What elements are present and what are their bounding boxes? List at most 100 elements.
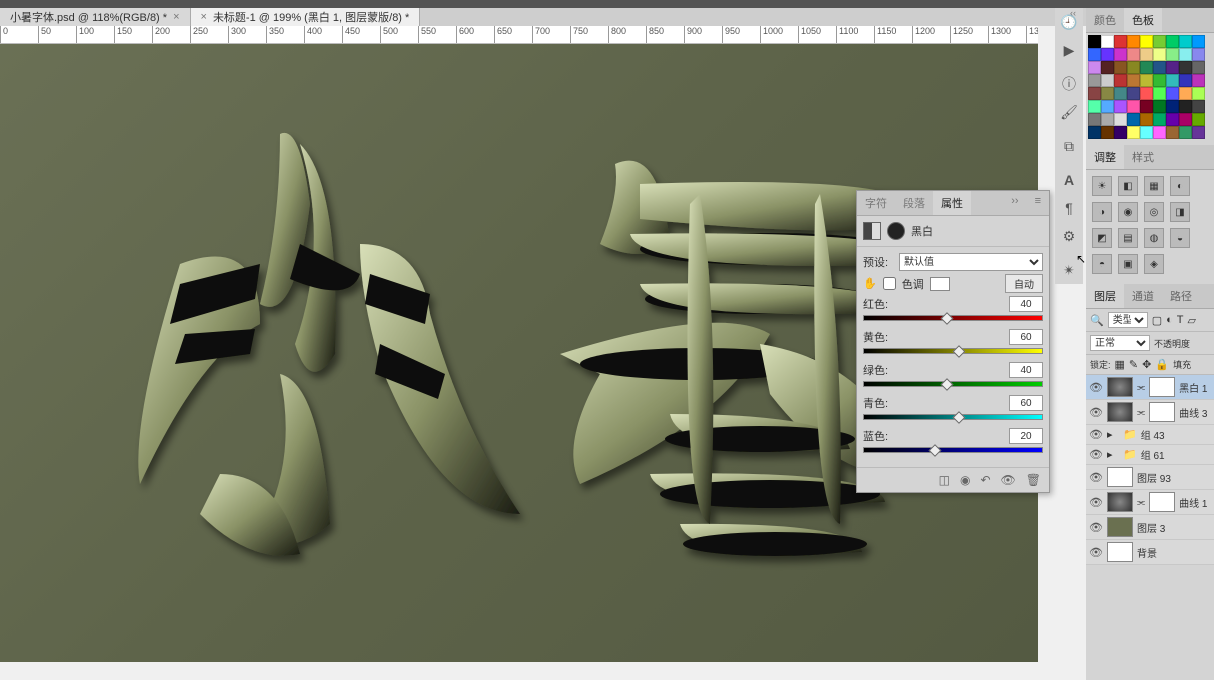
link-mask-icon[interactable]: ⫘ <box>1137 407 1145 418</box>
swatch[interactable] <box>1179 113 1192 126</box>
tab-character[interactable]: 字符 <box>857 191 895 215</box>
swatch[interactable] <box>1140 35 1153 48</box>
layer-row[interactable]: 👁⫘曲线 3 <box>1086 400 1214 425</box>
layer-row[interactable]: 👁▸📁组 43 <box>1086 425 1214 445</box>
adjustment-preset[interactable]: ◒ <box>1170 228 1190 248</box>
preset-select[interactable]: 默认值 <box>899 253 1043 271</box>
swatch[interactable] <box>1192 100 1205 113</box>
history-icon[interactable]: 🕘 <box>1055 8 1083 36</box>
swatch[interactable] <box>1192 74 1205 87</box>
swatch[interactable] <box>1179 100 1192 113</box>
swatch[interactable] <box>1127 87 1140 100</box>
swatch[interactable] <box>1153 48 1166 61</box>
filter-type-icon[interactable]: T <box>1177 314 1184 326</box>
layer-row[interactable]: 👁▸📁组 61 <box>1086 445 1214 465</box>
swatch[interactable] <box>1140 74 1153 87</box>
tab-color[interactable]: 颜色 <box>1086 8 1124 32</box>
view-previous-icon[interactable]: ◉ <box>960 473 970 487</box>
swatch[interactable] <box>1140 113 1153 126</box>
swatch[interactable] <box>1192 61 1205 74</box>
adjustment-preset[interactable]: ▣ <box>1118 254 1138 274</box>
layer-row[interactable]: 👁⫘黑白 1 <box>1086 375 1214 400</box>
tab-channels[interactable]: 通道 <box>1124 284 1162 308</box>
swatch[interactable] <box>1153 126 1166 139</box>
paragraph-icon[interactable]: ¶ <box>1055 194 1083 222</box>
visibility-toggle-icon[interactable]: 👁 <box>1089 496 1103 509</box>
adjustment-preset[interactable]: ◧ <box>1118 176 1138 196</box>
tint-color-chip[interactable] <box>930 277 950 291</box>
swatch[interactable] <box>1140 61 1153 74</box>
swatch[interactable] <box>1101 87 1114 100</box>
actions-icon[interactable]: ▶ <box>1055 36 1083 64</box>
slider-value-input[interactable] <box>1009 329 1043 345</box>
panel-menu-icon[interactable]: ≡ <box>1027 191 1049 215</box>
swatch[interactable] <box>1114 100 1127 113</box>
visibility-toggle-icon[interactable]: 👁 <box>1089 406 1103 419</box>
lock-move-icon[interactable]: ✥ <box>1142 358 1151 371</box>
filter-adjust-icon[interactable]: ◐ <box>1166 314 1173 326</box>
swatch[interactable] <box>1166 113 1179 126</box>
visibility-toggle-icon[interactable]: 👁 <box>1089 448 1103 461</box>
layer-row[interactable]: 👁背景 <box>1086 540 1214 565</box>
swatch[interactable] <box>1127 61 1140 74</box>
swatch[interactable] <box>1192 35 1205 48</box>
adjustment-preset[interactable]: ▤ <box>1118 228 1138 248</box>
adjustment-preset[interactable]: ☀ <box>1092 176 1112 196</box>
visibility-toggle-icon[interactable]: 👁 <box>1089 471 1103 484</box>
adjustment-preset[interactable]: ◐ <box>1170 176 1190 196</box>
swatch[interactable] <box>1101 48 1114 61</box>
swatch[interactable] <box>1101 100 1114 113</box>
layer-row[interactable]: 👁图层 3 <box>1086 515 1214 540</box>
swatch[interactable] <box>1166 61 1179 74</box>
adjustment-preset[interactable]: ◈ <box>1144 254 1164 274</box>
search-icon[interactable]: 🔍 <box>1090 314 1104 327</box>
adjustment-preset[interactable]: ◓ <box>1092 254 1112 274</box>
reset-icon[interactable]: ↶ <box>980 473 990 487</box>
lock-pixels-icon[interactable]: ▦ <box>1115 358 1125 371</box>
brush-icon[interactable]: 🖌 <box>1055 98 1083 126</box>
swatch[interactable] <box>1101 61 1114 74</box>
swatch[interactable] <box>1114 48 1127 61</box>
swatch[interactable] <box>1153 74 1166 87</box>
swatch[interactable] <box>1114 35 1127 48</box>
slider-value-input[interactable] <box>1009 428 1043 444</box>
close-icon[interactable]: × <box>173 11 179 23</box>
swatch[interactable] <box>1166 100 1179 113</box>
swatch[interactable] <box>1192 113 1205 126</box>
expand-chevron-icon[interactable]: ‹‹ <box>1070 8 1076 18</box>
swatch[interactable] <box>1088 100 1101 113</box>
adjustment-preset[interactable]: ◨ <box>1170 202 1190 222</box>
tab-swatches[interactable]: 色板 <box>1124 8 1162 32</box>
swatch[interactable] <box>1101 35 1114 48</box>
adjustment-preset[interactable]: ◎ <box>1144 202 1164 222</box>
swatch[interactable] <box>1166 48 1179 61</box>
swatch[interactable] <box>1140 87 1153 100</box>
layer-filter-select[interactable]: 类型 <box>1108 312 1148 328</box>
swatch[interactable] <box>1127 113 1140 126</box>
toggle-visibility-icon[interactable]: 👁 <box>1001 473 1016 487</box>
link-mask-icon[interactable]: ⫘ <box>1137 497 1145 508</box>
swatch[interactable] <box>1166 74 1179 87</box>
visibility-toggle-icon[interactable]: 👁 <box>1089 521 1103 534</box>
swatch[interactable] <box>1101 74 1114 87</box>
adjustment-preset[interactable]: ◩ <box>1092 228 1112 248</box>
swatch[interactable] <box>1140 100 1153 113</box>
visibility-toggle-icon[interactable]: 👁 <box>1089 428 1103 441</box>
swatch[interactable] <box>1166 35 1179 48</box>
swatch[interactable] <box>1179 87 1192 100</box>
swatch[interactable] <box>1192 126 1205 139</box>
layer-row[interactable]: 👁图层 93 <box>1086 465 1214 490</box>
tab-properties[interactable]: 属性 <box>933 191 971 215</box>
swatch[interactable] <box>1153 61 1166 74</box>
doc-tab-0[interactable]: 小暑字体.psd @ 118%(RGB/8) *× <box>0 8 191 26</box>
swatch[interactable] <box>1127 35 1140 48</box>
adjustment-preset[interactable]: ◍ <box>1144 228 1164 248</box>
swatch[interactable] <box>1088 87 1101 100</box>
blend-mode-select[interactable]: 正常 <box>1090 335 1150 351</box>
link-mask-icon[interactable]: ⫘ <box>1137 382 1145 393</box>
swatch[interactable] <box>1179 61 1192 74</box>
swatch[interactable] <box>1114 74 1127 87</box>
swatch[interactable] <box>1114 113 1127 126</box>
delete-icon[interactable]: 🗑 <box>1026 473 1041 487</box>
swatch[interactable] <box>1179 48 1192 61</box>
